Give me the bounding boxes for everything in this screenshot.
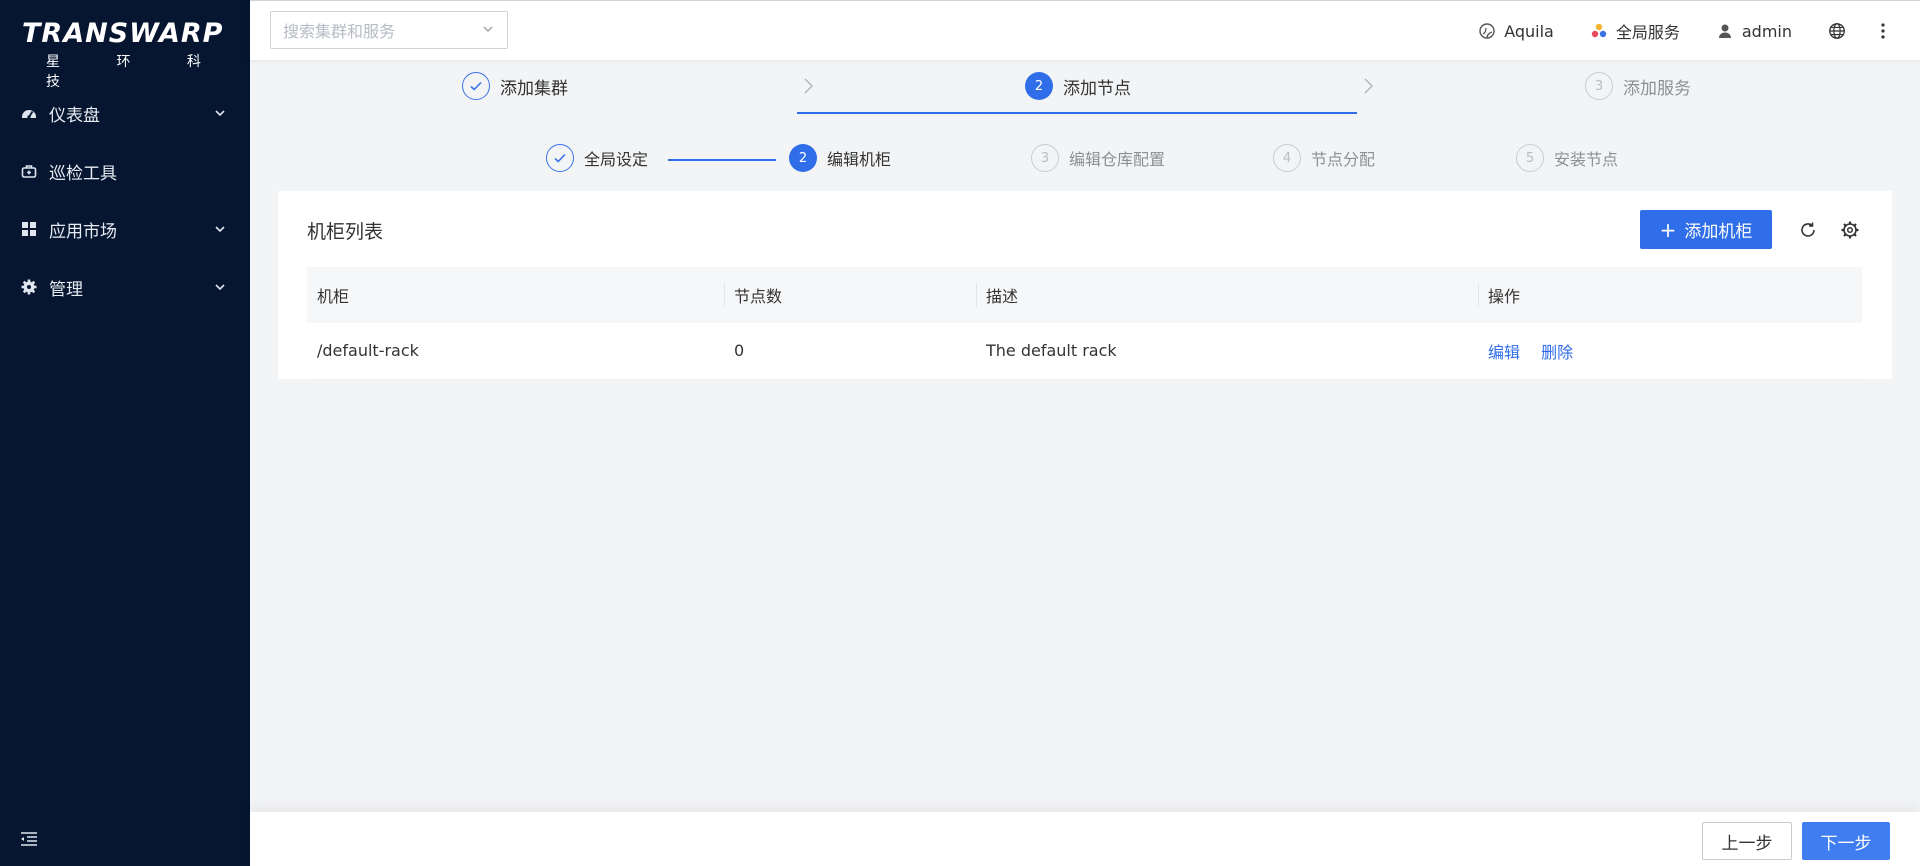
chevron-right-icon	[798, 76, 818, 96]
rack-list-card: 机柜列表 + 添加机柜 机柜 节点数 描述 操作 /default-rack 0…	[278, 191, 1892, 380]
global-services[interactable]: 全局服务	[1590, 19, 1680, 43]
sidebar-item-label: 应用市场	[49, 221, 117, 242]
more-vertical-icon	[1874, 22, 1892, 40]
substep-edit-rack[interactable]: 2 编辑机柜	[789, 144, 891, 172]
chevron-down-icon	[481, 21, 495, 40]
active-step-underline	[797, 112, 1357, 114]
cluster-switcher[interactable]: Aquila	[1478, 22, 1554, 41]
step-number: 3	[1585, 72, 1613, 100]
card-title: 机柜列表	[307, 221, 384, 243]
sidebar-item-label: 管理	[49, 279, 83, 300]
global-services-label: 全局服务	[1615, 23, 1680, 42]
brand-name: TRANSWARP	[22, 18, 224, 49]
description-cell: The default rack	[976, 323, 1478, 380]
wizard-step-label: 添加集群	[500, 78, 568, 99]
step-number: 2	[789, 144, 817, 172]
node-count-cell: 0	[724, 323, 976, 380]
sidebar-item-label: 仪表盘	[49, 105, 100, 126]
add-rack-label: 添加机柜	[1684, 222, 1753, 242]
chevron-down-icon	[212, 221, 228, 237]
brand-logo[interactable]: TRANSWARP 星 环 科 技	[0, 0, 250, 90]
column-header: 机柜	[307, 267, 724, 323]
add-rack-button[interactable]: + 添加机柜	[1640, 210, 1772, 249]
sidebar-item-label: 巡检工具	[49, 163, 117, 184]
rack-name-cell: /default-rack	[307, 323, 724, 380]
step-number: 5	[1516, 144, 1544, 172]
settings-gear-icon[interactable]	[1838, 218, 1862, 242]
wizard-step-label: 添加服务	[1623, 78, 1691, 99]
wizard-step-label: 添加节点	[1063, 78, 1131, 99]
user-name: admin	[1741, 21, 1792, 41]
toolbox-icon	[20, 162, 38, 180]
sidebar-item-management[interactable]: 管理	[0, 258, 250, 316]
substep-label: 安装节点	[1554, 150, 1619, 169]
table-header-row: 机柜 节点数 描述 操作	[307, 267, 1862, 323]
chevron-down-icon	[212, 105, 228, 121]
step-number: 4	[1273, 144, 1301, 172]
sidebar-item-app-market[interactable]: 应用市场	[0, 200, 250, 258]
check-icon	[546, 144, 574, 172]
substep-label: 节点分配	[1311, 150, 1376, 169]
sidebar-item-dashboard[interactable]: 仪表盘	[0, 84, 250, 142]
substep-edit-repo-config[interactable]: 3 编辑仓库配置	[1031, 144, 1165, 172]
search-placeholder: 搜索集群和服务	[283, 22, 396, 41]
substep-label: 全局设定	[584, 150, 649, 169]
actions-cell: 编辑 删除	[1478, 323, 1862, 380]
check-icon	[462, 72, 490, 100]
prev-step-button[interactable]: 上一步	[1702, 822, 1792, 860]
step-number: 3	[1031, 144, 1059, 172]
substep-global-settings[interactable]: 全局设定	[546, 144, 648, 172]
chevron-down-icon	[212, 279, 228, 295]
wizard-step-add-service[interactable]: 3 添加服务	[1585, 72, 1691, 100]
top-header: 搜索集群和服务 Aquila 全局服务 admin	[250, 0, 1920, 60]
column-header: 操作	[1478, 267, 1862, 323]
user-menu[interactable]: admin	[1716, 22, 1792, 41]
refresh-icon[interactable]	[1796, 218, 1820, 242]
substep-label: 编辑机柜	[827, 150, 892, 169]
wizard-step-add-cluster[interactable]: 添加集群	[462, 72, 568, 100]
apps-grid-icon	[20, 220, 38, 238]
substep-label: 编辑仓库配置	[1069, 150, 1166, 169]
sub-steps: 全局设定 2 编辑机柜 3 编辑仓库配置 4 节点分配 5 安装节点	[250, 140, 1920, 180]
language-switcher[interactable]	[1828, 22, 1854, 40]
edit-link[interactable]: 编辑	[1488, 343, 1520, 362]
search-select[interactable]: 搜索集群和服务	[270, 11, 508, 49]
substep-connector	[668, 159, 776, 161]
column-header: 描述	[976, 267, 1478, 323]
dashboard-icon	[20, 104, 38, 122]
gear-icon	[20, 278, 38, 296]
wizard-steps: 添加集群 2 添加节点 3 添加服务	[250, 60, 1920, 120]
user-icon	[1716, 22, 1734, 40]
sidebar: TRANSWARP 星 环 科 技 仪表盘 巡检工具 应用市场 管理	[0, 0, 250, 866]
next-step-button[interactable]: 下一步	[1802, 822, 1890, 860]
column-header: 节点数	[724, 267, 976, 323]
substep-install-node[interactable]: 5 安装节点	[1516, 144, 1618, 172]
plus-icon: +	[1659, 217, 1677, 242]
table-row: /default-rack 0 The default rack 编辑 删除	[307, 323, 1862, 380]
step-number: 2	[1025, 72, 1053, 100]
cluster-name: Aquila	[1504, 21, 1554, 41]
collapse-menu-icon[interactable]	[18, 828, 40, 850]
chevron-right-icon	[1358, 76, 1378, 96]
wizard-step-add-node[interactable]: 2 添加节点	[1025, 72, 1131, 100]
global-services-icon	[1590, 22, 1608, 40]
delete-link[interactable]: 删除	[1541, 343, 1573, 362]
wizard-footer: 上一步 下一步	[250, 812, 1920, 866]
rack-table: 机柜 节点数 描述 操作 /default-rack 0 The default…	[307, 267, 1862, 380]
sidebar-item-inspection[interactable]: 巡检工具	[0, 142, 250, 200]
more-menu[interactable]	[1874, 22, 1900, 40]
cluster-icon	[1478, 22, 1496, 40]
substep-node-assignment[interactable]: 4 节点分配	[1273, 144, 1375, 172]
globe-icon	[1828, 22, 1846, 40]
